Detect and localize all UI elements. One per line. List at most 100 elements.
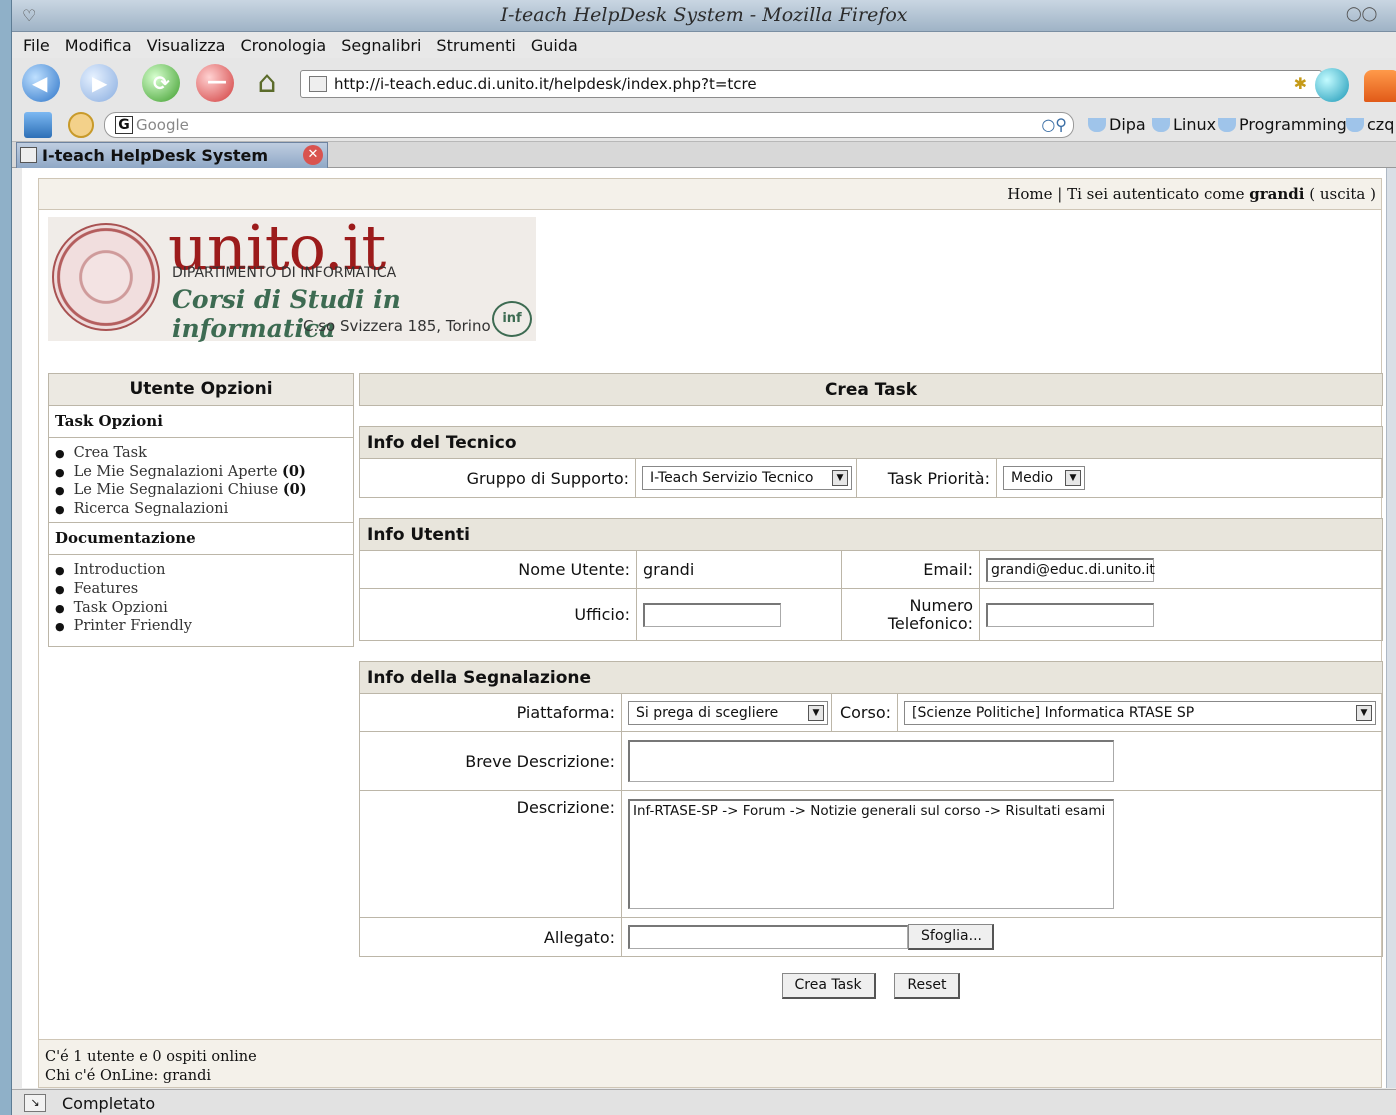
bookmark-czq[interactable]: czq bbox=[1346, 115, 1394, 134]
url-bar[interactable]: http://i-teach.educ.di.unito.it/helpdesk… bbox=[300, 70, 1322, 98]
sidebar-item-closed-reports[interactable]: Le Mie Segnalazioni Chiuse (0) bbox=[55, 481, 353, 500]
bookmark-folder-icon bbox=[1088, 118, 1106, 132]
sidebar-item-open-reports[interactable]: Le Mie Segnalazioni Aperte (0) bbox=[55, 463, 353, 482]
attachment-label: Allegato: bbox=[360, 918, 622, 956]
back-button[interactable]: ◀ bbox=[22, 64, 60, 102]
report-info-section: Info della Segnalazione Piattaforma: Si … bbox=[359, 661, 1383, 957]
stop-button[interactable]: — bbox=[196, 64, 234, 102]
google-engine-icon[interactable]: G bbox=[115, 116, 133, 134]
tab-helpdesk[interactable]: I-teach HelpDesk System ✕ bbox=[16, 142, 328, 168]
status-icon: ↘ bbox=[24, 1094, 46, 1112]
logo-department: DIPARTIMENTO DI INFORMATICA bbox=[172, 265, 397, 281]
forward-button[interactable]: ▶ bbox=[80, 64, 118, 102]
tab-favicon-icon bbox=[20, 147, 37, 163]
sidebar-item-task-options[interactable]: Task Opzioni bbox=[55, 599, 353, 618]
menu-modifica[interactable]: Modifica bbox=[65, 36, 132, 55]
tech-info-section: Info del Tecnico Gruppo di Supporto: I-T… bbox=[359, 426, 1383, 498]
page-content: Home | Ti sei autenticato come grandi ( … bbox=[22, 168, 1396, 1088]
menu-visualizza[interactable]: Visualizza bbox=[147, 36, 226, 55]
menu-cronologia[interactable]: Cronologia bbox=[240, 36, 326, 55]
username-label: Nome Utente: bbox=[360, 551, 637, 588]
home-button[interactable]: ⌂ bbox=[248, 64, 286, 102]
bookmark-star-icon[interactable]: ✱ bbox=[1294, 74, 1307, 93]
menu-guida[interactable]: Guida bbox=[531, 36, 578, 55]
username-value: grandi bbox=[637, 551, 842, 588]
bookmark-linux[interactable]: Linux bbox=[1152, 115, 1216, 134]
documentation-list: Introduction Features Task Opzioni Print… bbox=[49, 555, 353, 639]
platform-label: Piattaforma: bbox=[360, 694, 622, 731]
platform-select[interactable]: Si prega di scegliere ▼ bbox=[628, 700, 828, 725]
tech-info-row: Gruppo di Supporto: I-Teach Servizio Tec… bbox=[360, 459, 1382, 497]
task-options-title: Task Opzioni bbox=[49, 406, 353, 438]
window-controls-icon[interactable]: ◯◯ bbox=[1346, 6, 1390, 24]
chevron-down-icon: ▼ bbox=[808, 704, 824, 721]
support-group-select[interactable]: I-Teach Servizio Tecnico ▼ bbox=[642, 466, 852, 490]
inf-logo-icon: inf bbox=[492, 301, 532, 337]
menu-strumenti[interactable]: Strumenti bbox=[436, 36, 515, 55]
search-icon[interactable]: ○⚲ bbox=[1041, 115, 1067, 134]
username: grandi bbox=[1249, 185, 1305, 203]
search-placeholder: Google bbox=[136, 116, 189, 134]
close-tab-icon[interactable]: ✕ bbox=[303, 145, 323, 165]
support-group-label: Gruppo di Supporto: bbox=[360, 459, 636, 497]
vertical-scrollbar[interactable] bbox=[1386, 168, 1396, 1088]
desktop-edge bbox=[0, 0, 12, 1115]
tab-bar: I-teach HelpDesk System ✕ bbox=[12, 142, 1396, 168]
reload-icon: ⟳ bbox=[153, 71, 170, 95]
chevron-down-icon: ▼ bbox=[1065, 470, 1081, 486]
course-select[interactable]: [Scienze Politiche] Informatica RTASE SP… bbox=[904, 700, 1376, 725]
priority-select[interactable]: Medio ▼ bbox=[1003, 466, 1085, 490]
email-field[interactable]: grandi@educ.di.unito.it bbox=[986, 557, 1155, 582]
sidebar-item-printer-friendly[interactable]: Printer Friendly bbox=[55, 617, 353, 636]
bookmark-programming[interactable]: Programming bbox=[1218, 115, 1347, 134]
office-field[interactable] bbox=[643, 602, 781, 627]
task-options-list: Crea Task Le Mie Segnalazioni Aperte (0)… bbox=[49, 438, 353, 524]
reload-button[interactable]: ⟳ bbox=[142, 64, 180, 102]
reset-button[interactable]: Reset bbox=[894, 973, 961, 999]
short-description-row: Breve Descrizione: bbox=[360, 732, 1382, 791]
home-link[interactable]: Home bbox=[1007, 185, 1052, 203]
menu-segnalibri[interactable]: Segnalibri bbox=[341, 36, 421, 55]
title-bar: ♡ I-teach HelpDesk System - Mozilla Fire… bbox=[12, 0, 1396, 32]
go-button[interactable] bbox=[1315, 68, 1349, 102]
sidebar-item-search-reports[interactable]: Ricerca Segnalazioni bbox=[55, 500, 353, 519]
email-label: Email: bbox=[842, 551, 980, 588]
helpdesk-frame: Home | Ti sei autenticato come grandi ( … bbox=[38, 178, 1383, 1088]
menu-file[interactable]: File bbox=[23, 36, 50, 55]
bookmark-folder-icon bbox=[1218, 118, 1236, 132]
attachment-field[interactable] bbox=[628, 925, 908, 949]
print-icon[interactable] bbox=[1364, 70, 1396, 102]
sidebar-item-introduction[interactable]: Introduction bbox=[55, 561, 353, 580]
short-description-label: Breve Descrizione: bbox=[360, 732, 622, 790]
menu-bar: File Modifica Visualizza Cronologia Segn… bbox=[12, 32, 1396, 58]
tab-title: I-teach HelpDesk System bbox=[42, 146, 269, 165]
sidebar-item-crea-task[interactable]: Crea Task bbox=[55, 444, 353, 463]
create-task-button[interactable]: Crea Task bbox=[781, 973, 876, 999]
search-input[interactable]: G Google ○⚲ bbox=[104, 112, 1074, 138]
browse-button[interactable]: Sfoglia... bbox=[908, 924, 994, 950]
new-tab-icon[interactable] bbox=[24, 112, 52, 138]
priority-label: Task Priorità: bbox=[857, 459, 997, 497]
description-textarea[interactable]: Inf-RTASE-SP -> Forum -> Notizie general… bbox=[628, 799, 1114, 909]
sidebar-item-features[interactable]: Features bbox=[55, 580, 353, 599]
logo-address: C.so Svizzera 185, Torino bbox=[303, 317, 491, 335]
online-info: C'é 1 utente e 0 ospiti online Chi c'é O… bbox=[39, 1039, 1381, 1087]
status-text: Completato bbox=[62, 1094, 156, 1113]
phone-field[interactable] bbox=[986, 602, 1154, 627]
short-description-field[interactable] bbox=[628, 740, 1114, 782]
browser-window: ♡ I-teach HelpDesk System - Mozilla Fire… bbox=[12, 0, 1396, 1115]
bookmark-dipa[interactable]: Dipa bbox=[1088, 115, 1146, 134]
online-users: Chi c'é OnLine: grandi bbox=[45, 1068, 211, 1084]
user-info-row-2: Ufficio: Numero Telefonico: bbox=[360, 589, 1382, 640]
window-title: I-teach HelpDesk System - Mozilla Firefo… bbox=[500, 4, 908, 26]
attachment-row: Allegato: Sfoglia... bbox=[360, 918, 1382, 956]
page-title: Crea Task bbox=[359, 373, 1383, 406]
user-info-row-1: Nome Utente: grandi Email: grandi@educ.d… bbox=[360, 551, 1382, 589]
chevron-down-icon: ▼ bbox=[1356, 704, 1372, 721]
logout-link[interactable]: ( uscita ) bbox=[1304, 185, 1376, 203]
unito-logo: unito.it DIPARTIMENTO DI INFORMATICA Cor… bbox=[48, 211, 536, 343]
back-arrow-icon: ◀ bbox=[32, 71, 48, 95]
user-bar: Home | Ti sei autenticato come grandi ( … bbox=[39, 179, 1381, 210]
history-clock-icon[interactable] bbox=[68, 112, 94, 138]
site-favicon-icon bbox=[309, 76, 327, 92]
